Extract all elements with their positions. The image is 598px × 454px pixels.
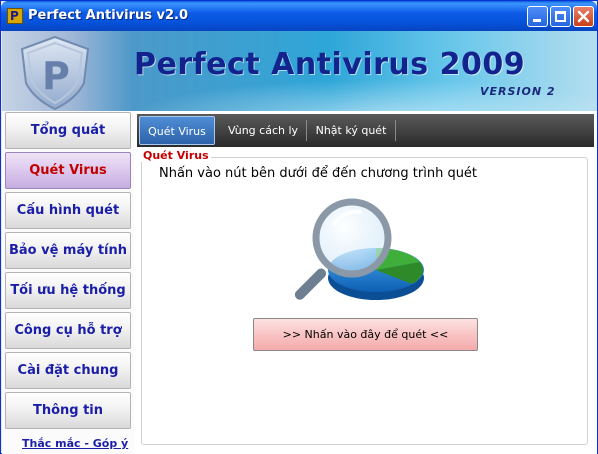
minimize-icon <box>533 19 541 22</box>
tab-divider <box>306 120 307 141</box>
app-window: P Perfect Antivirus v2.0 P Perfect Antiv… <box>0 0 598 454</box>
sidebar-item-tong-quat[interactable]: Tổng quát <box>5 112 131 149</box>
sidebar-item-bao-ve-may-tinh[interactable]: Bảo vệ máy tính <box>5 232 131 269</box>
title-bar[interactable]: P Perfect Antivirus v2.0 <box>1 1 597 31</box>
close-icon <box>577 10 590 23</box>
group-title: Quét Virus <box>141 149 211 162</box>
maximize-button[interactable] <box>550 6 571 27</box>
tab-divider <box>395 120 396 141</box>
start-scan-button[interactable]: >> Nhấn vào đây để quét << <box>253 318 478 351</box>
banner-title: Perfect Antivirus 2009 <box>134 47 526 82</box>
banner-version: VERSION 2 <box>480 85 556 98</box>
sidebar-nav: Tổng quát Quét Virus Cấu hình quét Bảo v… <box>2 111 134 454</box>
sidebar-item-quet-virus[interactable]: Quét Virus <box>5 152 131 189</box>
magnifier-pie-chart-icon <box>294 198 424 300</box>
sidebar-item-thong-tin[interactable]: Thông tin <box>5 392 131 429</box>
tab-quet-virus[interactable]: Quét Virus <box>139 116 215 145</box>
maximize-icon <box>555 11 566 22</box>
app-icon: P <box>7 8 23 24</box>
shield-logo-icon: P <box>20 35 90 111</box>
sidebar-item-cong-cu-ho-tro[interactable]: Công cụ hỗ trợ <box>5 312 131 349</box>
tab-nhat-ky-quet[interactable]: Nhật ký quét <box>309 116 393 145</box>
tab-vung-cach-ly[interactable]: Vùng cách ly <box>223 116 303 145</box>
scan-instruction: Nhấn vào nút bên dưới để đến chương trìn… <box>159 166 478 181</box>
window-title: Perfect Antivirus v2.0 <box>28 8 189 23</box>
sidebar-item-toi-uu-he-thong[interactable]: Tối ưu hệ thống <box>5 272 131 309</box>
close-button[interactable] <box>573 6 594 27</box>
app-icon-letter: P <box>10 9 19 23</box>
sidebar-item-cai-dat-chung[interactable]: Cài đặt chung <box>5 352 131 389</box>
shield-letter: P <box>42 54 70 98</box>
minimize-button[interactable] <box>527 6 548 27</box>
main-content: Quét Virus Vùng cách ly Nhật ký quét Qué… <box>134 111 597 454</box>
tab-strip: Quét Virus Vùng cách ly Nhật ký quét <box>137 114 594 147</box>
header-banner: P Perfect Antivirus 2009 VERSION 2 <box>2 31 597 111</box>
sidebar-item-cau-hinh-quet[interactable]: Cấu hình quét <box>5 192 131 229</box>
help-feedback-link[interactable]: Thắc mắc - Góp ý <box>22 437 128 450</box>
